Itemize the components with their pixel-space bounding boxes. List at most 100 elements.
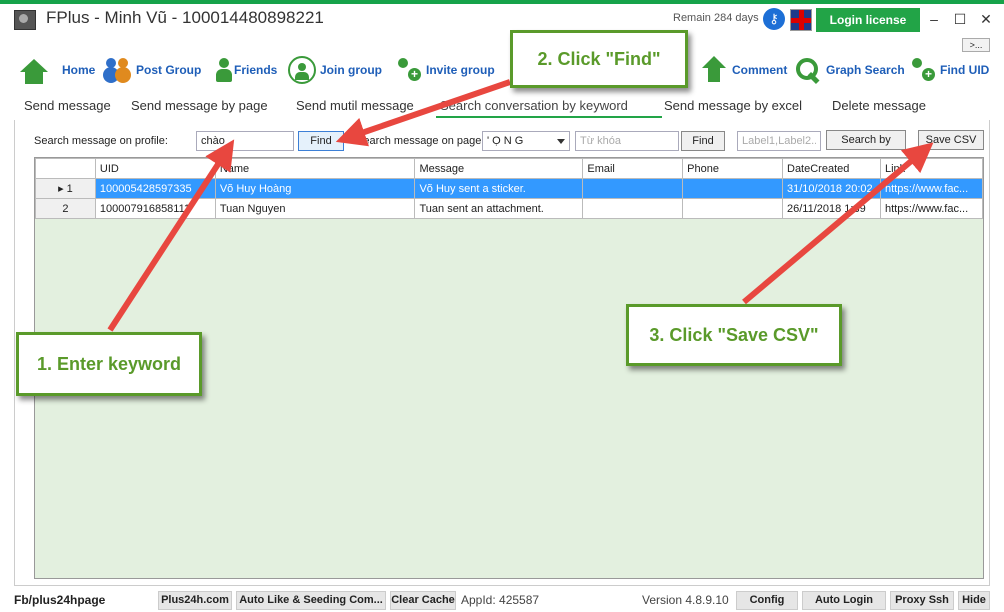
cell-date[interactable]: 26/11/2018 1:39	[782, 198, 881, 219]
auto-like-seeding-button[interactable]: Auto Like & Seeding Com...	[236, 591, 386, 610]
toolbar-comment[interactable]: Comment	[700, 52, 787, 88]
app-id-label: AppId: 425587	[461, 593, 540, 607]
proxy-ssh-button[interactable]: Proxy Ssh	[890, 591, 954, 610]
auto-login-button[interactable]: Auto Login	[802, 591, 886, 610]
remain-days-label: Remain 284 days	[673, 12, 759, 24]
toolbar-invite-group[interactable]: Invite group	[394, 52, 495, 88]
label-filter-input[interactable]	[737, 131, 821, 151]
page-select[interactable]: ' Ọ N G	[482, 131, 570, 151]
toolbar-graph-search-label: Graph Search	[826, 63, 905, 77]
search-icon	[794, 56, 822, 84]
keyword-input[interactable]	[196, 131, 294, 151]
app-avatar-icon	[14, 10, 36, 30]
toolbar-friends[interactable]: Friends	[210, 52, 277, 88]
col-email[interactable]: Email	[582, 158, 684, 179]
row-number[interactable]: 2	[35, 198, 96, 219]
cell-message[interactable]: Võ Huy sent a sticker.	[414, 178, 584, 199]
row-number-value: 1	[66, 183, 73, 195]
add-person-icon	[908, 56, 936, 84]
col-phone[interactable]: Phone	[682, 158, 783, 179]
close-button[interactable]: ✕	[974, 8, 998, 30]
cell-uid[interactable]: 100005428597335	[94, 178, 216, 199]
col-uid[interactable]: UID	[94, 158, 216, 179]
cell-phone[interactable]	[682, 198, 783, 219]
toolbar-post-group[interactable]: Post Group	[104, 52, 201, 88]
search-profile-label: Search message on profile:	[34, 135, 168, 147]
col-link[interactable]: Link	[879, 158, 983, 179]
tab-search-conversation[interactable]: Search conversation by keyword	[440, 98, 628, 113]
toolbar-graph-search[interactable]: Graph Search	[794, 52, 905, 88]
people-icon	[104, 56, 132, 84]
plus24h-button[interactable]: Plus24h.com	[158, 591, 232, 610]
page-keyword-input[interactable]	[575, 131, 679, 151]
group-icon	[288, 56, 316, 84]
arrow-up-icon	[700, 56, 728, 84]
callout-step-2: 2. Click "Find"	[510, 30, 688, 88]
search-page-label: Search message on page:	[356, 135, 485, 147]
toolbar-friends-label: Friends	[234, 63, 278, 77]
cell-message[interactable]: Tuan sent an attachment.	[414, 198, 584, 219]
cell-uid[interactable]: 100007916858111	[94, 198, 216, 219]
save-csv-button[interactable]: Save CSV	[918, 130, 984, 150]
title-bar: FPlus - Minh Vũ - 100014480898221 Remain…	[0, 4, 1004, 34]
find-button[interactable]: Find	[298, 131, 344, 151]
toolbar-home-label: Home	[62, 63, 96, 77]
col-datecreated[interactable]: DateCreated	[782, 158, 881, 179]
col-name[interactable]: Name	[214, 158, 416, 179]
toolbar-join-group[interactable]: Join group	[288, 52, 382, 88]
toolbar-post-group-label: Post Group	[136, 63, 202, 77]
tab-strip: Send message Send message by page Send m…	[14, 96, 990, 118]
tab-send-message[interactable]: Send message	[24, 98, 111, 113]
more-toolbar-button[interactable]: >...	[962, 38, 990, 52]
main-toolbar: Home Post Group Friends Join group Invit…	[0, 52, 1004, 88]
page-select-value: ' Ọ N G	[487, 135, 524, 147]
cell-name[interactable]: Võ Huy Hoàng	[214, 178, 416, 199]
callout-step-3: 3. Click "Save CSV"	[626, 304, 842, 366]
cell-name[interactable]: Tuan Nguyen	[214, 198, 416, 219]
cell-date[interactable]: 31/10/2018 20:02	[782, 178, 881, 199]
table-row[interactable]: 2 100007916858111 Tuan Nguyen Tuan sent …	[35, 198, 983, 219]
cell-link[interactable]: https://www.fac...	[879, 198, 983, 219]
callout-step-1: 1. Enter keyword	[16, 332, 202, 396]
row-pointer-icon: ▸	[58, 183, 67, 195]
key-icon[interactable]: ⚷	[763, 8, 785, 30]
login-license-button[interactable]: Login license	[816, 8, 920, 32]
row-number[interactable]: ▸ 1	[35, 178, 96, 199]
status-bar: Fb/plus24hpage Plus24h.com Auto Like & S…	[0, 590, 1004, 612]
chevron-down-icon	[557, 139, 565, 144]
house-icon	[20, 58, 48, 84]
tab-send-message-by-page[interactable]: Send message by page	[131, 98, 268, 113]
tab-send-mutil-message[interactable]: Send mutil message	[296, 98, 414, 113]
page-find-button[interactable]: Find	[681, 131, 725, 151]
clear-cache-button[interactable]: Clear Cache	[390, 591, 456, 610]
row-header-corner	[35, 158, 96, 179]
table-header-row: UID Name Message Email Phone DateCreated…	[35, 158, 983, 179]
cell-link[interactable]: https://www.fac...	[879, 178, 983, 199]
cell-email[interactable]	[582, 198, 684, 219]
cell-phone[interactable]	[682, 178, 783, 199]
toolbar-comment-label: Comment	[732, 63, 788, 77]
table-row[interactable]: ▸ 1 100005428597335 Võ Huy Hoàng Võ Huy …	[35, 178, 983, 199]
toolbar-home[interactable]: Home	[20, 52, 95, 88]
maximize-button[interactable]: ☐	[948, 8, 972, 30]
hide-button[interactable]: Hide	[958, 591, 990, 610]
active-tab-indicator	[436, 116, 662, 118]
cell-email[interactable]	[582, 178, 684, 199]
person-icon	[210, 56, 232, 84]
window-title: FPlus - Minh Vũ - 100014480898221	[46, 8, 324, 27]
results-table: UID Name Message Email Phone DateCreated…	[35, 158, 983, 219]
config-button[interactable]: Config	[736, 591, 798, 610]
toolbar-find-uid[interactable]: Find UID	[908, 52, 989, 88]
search-by-button[interactable]: Search by	[826, 130, 906, 150]
tab-send-message-by-excel[interactable]: Send message by excel	[664, 98, 802, 113]
toolbar-join-group-label: Join group	[320, 63, 382, 77]
minimize-button[interactable]: –	[922, 8, 946, 30]
uk-flag-icon[interactable]	[790, 9, 812, 31]
toolbar-find-uid-label: Find UID	[940, 63, 990, 77]
col-message[interactable]: Message	[414, 158, 584, 179]
toolbar-invite-group-label: Invite group	[426, 63, 495, 77]
version-label: Version 4.8.9.10	[642, 593, 729, 607]
tab-delete-message[interactable]: Delete message	[832, 98, 926, 113]
invite-icon	[394, 56, 422, 84]
fb-page-link[interactable]: Fb/plus24hpage	[14, 593, 105, 607]
